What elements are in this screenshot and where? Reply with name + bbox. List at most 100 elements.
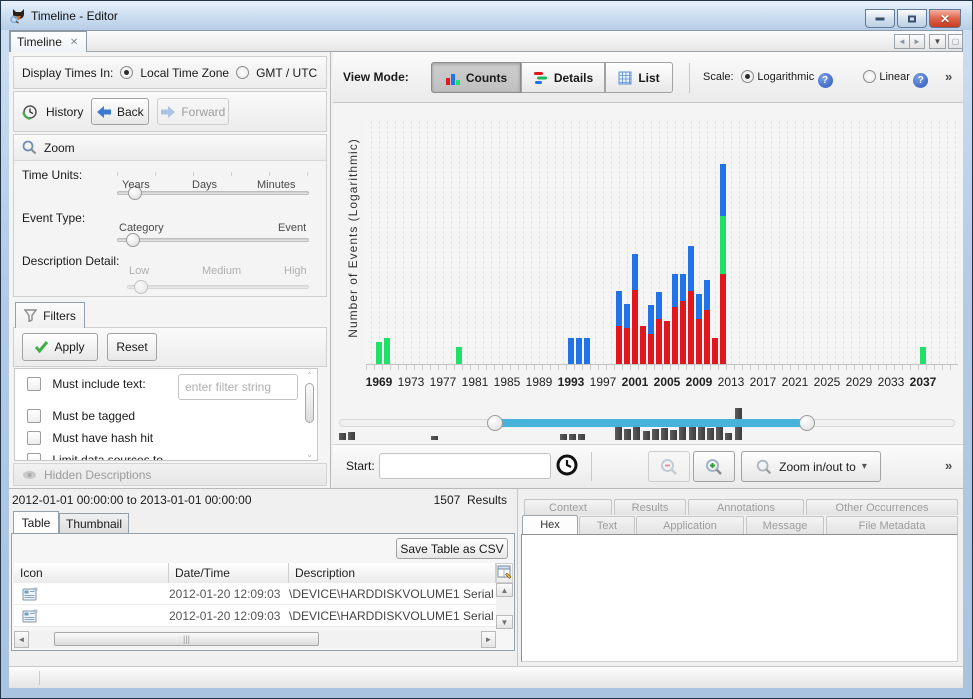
tab-text[interactable]: Text — [579, 516, 635, 534]
event-bar-1994-blue[interactable] — [576, 338, 582, 364]
event-bar-1999-red[interactable] — [616, 326, 622, 364]
event-bar-2009-red[interactable] — [696, 319, 702, 364]
filter-string-input[interactable] — [178, 374, 298, 400]
tab-maximize-icon[interactable]: ▢ — [948, 34, 963, 49]
tab-list-dropdown-icon[interactable]: ▼ — [929, 34, 946, 49]
event-bar-1995-blue[interactable] — [584, 338, 590, 364]
column-datetime[interactable]: Date/Time — [169, 563, 289, 583]
must-be-tagged-checkbox[interactable] — [27, 409, 41, 423]
table-row[interactable]: 2012-01-20 12:09:03 \DEVICE\HARDDISKVOLU… — [14, 605, 496, 627]
event-bar-2037-green[interactable] — [920, 347, 926, 364]
table-vscrollbar[interactable]: ▲ ▼ — [496, 583, 513, 629]
range-start-thumb[interactable] — [487, 415, 503, 431]
tab-filters[interactable]: Filters — [15, 302, 85, 328]
event-bar-2000-red[interactable] — [624, 328, 630, 364]
zoom-in-button[interactable] — [693, 451, 735, 482]
event-bar-2010-red[interactable] — [704, 310, 710, 364]
tab-timeline[interactable]: Timeline ✕ — [10, 31, 87, 52]
event-bar-2012-green[interactable] — [720, 216, 726, 274]
tab-thumbnail[interactable]: Thumbnail — [59, 513, 129, 533]
tab-scroll-left-icon[interactable]: ◄ — [894, 34, 910, 49]
zoom-in-out-to-dropdown[interactable]: Zoom in/out to ▾ — [741, 451, 881, 482]
event-bar-2007-red[interactable] — [680, 301, 686, 364]
table-hscrollbar[interactable]: ◄ ► ||| — [14, 631, 496, 648]
scroll-left-icon[interactable]: ◄ — [14, 631, 29, 648]
save-table-csv-button[interactable]: Save Table as CSV — [396, 538, 508, 559]
minimize-button[interactable] — [865, 9, 895, 28]
tab-scroll-right-icon[interactable]: ► — [909, 34, 925, 49]
event-bar-2007-blue[interactable] — [680, 274, 686, 301]
event-bar-2001-blue[interactable] — [632, 254, 638, 290]
tab-context[interactable]: Context — [524, 499, 612, 515]
must-include-text-checkbox[interactable] — [27, 377, 41, 391]
tab-hex[interactable]: Hex — [522, 515, 578, 534]
tab-file-metadata[interactable]: File Metadata — [826, 516, 958, 534]
event-bar-1993-blue[interactable] — [568, 338, 574, 364]
apply-button[interactable]: Apply — [22, 333, 98, 361]
tab-table[interactable]: Table — [13, 511, 59, 533]
customize-columns-icon[interactable] — [496, 563, 513, 583]
tab-annotations[interactable]: Annotations — [688, 499, 804, 515]
event-bar-2012-blue[interactable] — [720, 164, 726, 216]
counts-button[interactable]: Counts — [431, 62, 521, 93]
reset-button[interactable]: Reset — [107, 333, 157, 361]
list-button[interactable]: List — [605, 62, 673, 93]
scale-logarithmic-option[interactable]: Logarithmic ? — [741, 69, 833, 88]
column-icon[interactable]: Icon — [14, 563, 169, 583]
back-button[interactable]: Back — [91, 98, 149, 125]
slider-selected-range[interactable] — [496, 419, 809, 427]
radio-linear[interactable] — [863, 70, 876, 83]
bottom-toolbar-overflow-icon[interactable]: » — [945, 458, 952, 473]
forward-button[interactable]: Forward — [157, 98, 229, 125]
event-bar-2004-red[interactable] — [656, 319, 662, 364]
event-bar-1970-green[interactable] — [384, 338, 390, 364]
event-bar-2003-red[interactable] — [648, 334, 654, 364]
event-bar-2008-red[interactable] — [688, 291, 694, 364]
event-bar-2010-blue[interactable] — [704, 280, 710, 310]
event-bar-2011-red[interactable] — [712, 338, 718, 364]
event-bar-2009-blue[interactable] — [696, 294, 702, 319]
event-bar-1999-blue[interactable] — [616, 291, 622, 326]
filter-list-scrollbar[interactable]: ⌃ ⌄ — [304, 371, 315, 459]
event-bar-1969-green[interactable] — [376, 342, 382, 364]
zoom-out-button[interactable] — [648, 451, 690, 482]
limit-data-sources-checkbox[interactable] — [27, 453, 41, 461]
radio-logarithmic[interactable] — [741, 70, 754, 83]
tab-application[interactable]: Application — [636, 516, 744, 534]
toolbar-overflow-icon[interactable]: » — [945, 69, 952, 84]
history-label[interactable]: History — [46, 105, 83, 119]
event-bar-2003-blue[interactable] — [648, 305, 654, 334]
radio-local-time-zone[interactable] — [120, 66, 133, 79]
details-button[interactable]: Details — [521, 62, 605, 93]
time-units-slider[interactable] — [117, 191, 309, 195]
scroll-up-icon[interactable]: ▲ — [496, 583, 513, 597]
hidden-descriptions-bar[interactable]: Hidden Descriptions — [13, 463, 327, 486]
scroll-right-icon[interactable]: ► — [481, 631, 496, 648]
must-have-hash-hit-checkbox[interactable] — [27, 431, 41, 445]
tab-results[interactable]: Results — [614, 499, 686, 515]
scroll-down-icon[interactable]: ▼ — [496, 615, 513, 629]
event-bar-2006-blue[interactable] — [672, 274, 678, 307]
column-description[interactable]: Description — [289, 563, 496, 583]
maximize-button[interactable] — [897, 9, 927, 28]
start-clock-icon[interactable] — [555, 453, 579, 477]
title-bar[interactable]: Timeline - Editor ✕ — [1, 1, 972, 30]
logarithmic-help-icon[interactable]: ? — [818, 73, 833, 88]
table-row[interactable]: 2012-01-20 12:09:03 \DEVICE\HARDDISKVOLU… — [14, 583, 496, 605]
scale-linear-option[interactable]: Linear ? — [863, 69, 928, 88]
event-bar-2001-red[interactable] — [632, 290, 638, 364]
scroll-up-icon[interactable]: ⌃ — [304, 371, 315, 380]
event-bar-2000-blue[interactable] — [624, 304, 630, 328]
hscroll-thumb[interactable]: ||| — [54, 632, 319, 646]
close-button[interactable]: ✕ — [929, 9, 961, 28]
start-datetime-input[interactable] — [379, 453, 551, 479]
scroll-down-icon[interactable]: ⌄ — [304, 450, 315, 459]
event-bar-2012-red[interactable] — [720, 274, 726, 364]
zoom-pane-header[interactable]: Zoom — [14, 135, 326, 161]
event-bar-2008-blue[interactable] — [688, 246, 694, 291]
event-bar-2005-red[interactable] — [664, 321, 670, 364]
description-detail-thumb[interactable] — [134, 280, 148, 294]
radio-gmt-utc[interactable] — [236, 66, 249, 79]
tab-close-icon[interactable]: ✕ — [70, 37, 78, 48]
tab-message[interactable]: Message — [746, 516, 824, 534]
